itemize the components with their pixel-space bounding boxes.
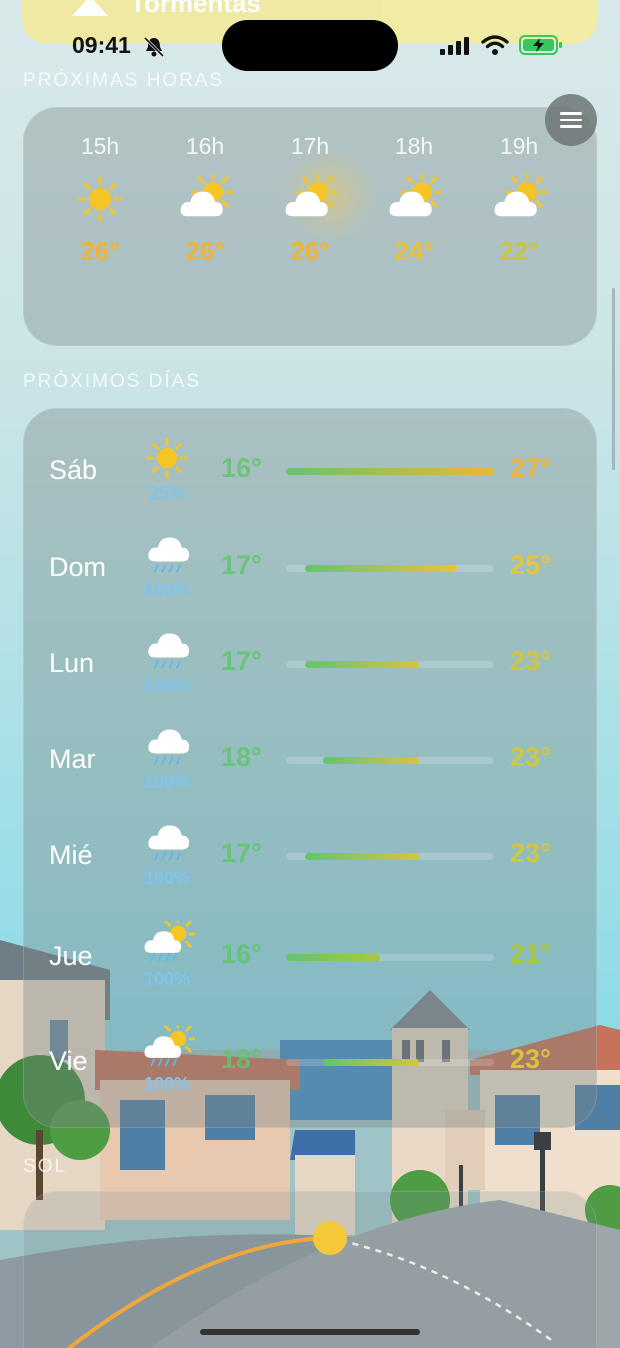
precipitation-probability: 100% (143, 868, 191, 888)
max-temperature: 27° (510, 453, 551, 483)
hour-label: 15h (80, 133, 120, 159)
sun-path-chart (65, 1221, 555, 1348)
hour-label: 16h (185, 133, 225, 159)
min-temperature: 18° (221, 742, 262, 772)
max-temperature: 23° (510, 1044, 551, 1074)
max-temperature: 23° (510, 646, 551, 676)
hour-temperature: 24° (394, 236, 434, 266)
home-indicator[interactable] (200, 1329, 420, 1335)
day-row-7[interactable]: Vie 100% 18° 23° (24, 1026, 598, 1122)
temperature-range-track (286, 468, 494, 475)
temperature-range-track (286, 1059, 494, 1066)
daily-section-title: PRÓXIMOS DÍAS (23, 371, 202, 392)
temperature-range-fill (286, 954, 380, 961)
temperature-range-fill (304, 661, 420, 668)
precipitation-probability: 100% (143, 772, 191, 792)
hour-item-18h: 18h 24° (364, 133, 464, 267)
bell-slash-icon (143, 36, 165, 58)
temperature-range-track (286, 661, 494, 668)
temperature-range-fill (304, 853, 420, 860)
sun-icon (146, 437, 188, 479)
rain-cloud-icon (148, 825, 190, 861)
max-temperature: 23° (510, 742, 551, 772)
hour-temperature: 26° (290, 236, 330, 266)
partly-cloudy-icon (389, 174, 442, 217)
day-row-2[interactable]: Dom 100% 17° 25° (24, 532, 598, 628)
min-temperature: 18° (221, 1044, 262, 1074)
hour-item-17h: 17h 26° (260, 133, 360, 267)
temperature-range-track (286, 954, 494, 961)
hour-label: 18h (394, 133, 434, 159)
precipitation-probability: 100% (143, 1074, 191, 1094)
hour-temperature: 22° (499, 236, 539, 266)
temperature-range-fill (323, 1059, 420, 1066)
max-temperature: 23° (510, 838, 551, 868)
hourly-section-title: PRÓXIMAS HORAS (23, 70, 225, 91)
temperature-range-track (286, 757, 494, 764)
day-name: Lun (49, 648, 95, 678)
hour-item-15h: 15h 26° (50, 133, 150, 267)
day-row-5[interactable]: Mié 100% 17° 23° (24, 820, 598, 916)
warning-icon (72, 0, 108, 16)
sun-rain-cloud-icon (144, 921, 195, 962)
rain-cloud-icon (148, 633, 190, 669)
temperature-range-fill (304, 565, 457, 572)
day-name: Dom (49, 552, 107, 582)
sun-icon (77, 176, 123, 222)
daily-forecast-card: Sáb 25% 16° 27° Dom 100% 17° 25° Lun 100… (23, 408, 597, 1128)
sun-section-title: SOL (23, 1156, 68, 1177)
min-temperature: 17° (221, 838, 262, 868)
min-temperature: 16° (221, 453, 262, 483)
menu-line (560, 118, 582, 122)
hour-label: 17h (290, 133, 330, 159)
day-row-3[interactable]: Lun 100% 17° 23° (24, 628, 598, 724)
hour-temperature: 26° (80, 236, 120, 266)
min-temperature: 16° (221, 939, 262, 969)
menu-line (560, 112, 582, 115)
rain-cloud-icon (148, 729, 190, 765)
day-name: Jue (49, 941, 93, 971)
min-temperature: 17° (221, 550, 262, 580)
hour-item-16h: 16h 26° (155, 133, 255, 267)
temperature-range-fill (286, 468, 494, 475)
alert-text: Tormentas (130, 0, 261, 18)
day-row-6[interactable]: Jue 100% 16° 21° (24, 921, 598, 1017)
battery-charging-icon (519, 35, 562, 55)
sun-card (23, 1191, 597, 1348)
day-name: Vie (49, 1046, 88, 1076)
scroll-indicator[interactable] (612, 288, 615, 470)
sun-rain-cloud-icon (144, 1026, 195, 1067)
partly-cloudy-icon (180, 174, 233, 217)
precipitation-probability: 100% (143, 969, 191, 989)
menu-line (560, 125, 582, 128)
day-row-4[interactable]: Mar 100% 18° 23° (24, 724, 598, 820)
temperature-range-fill (323, 757, 420, 764)
hour-item-19h: 19h 22° (469, 133, 569, 267)
partly-cloudy-icon (494, 174, 547, 217)
hour-temperature: 26° (185, 236, 225, 266)
temperature-range-track (286, 565, 494, 572)
dynamic-island (222, 20, 398, 71)
partly-cloudy-icon (285, 174, 338, 217)
day-name: Mar (49, 744, 96, 774)
precipitation-probability: 100% (143, 580, 191, 600)
rain-cloud-icon (148, 537, 190, 573)
signal-icon (440, 37, 469, 55)
temperature-range-track (286, 853, 494, 860)
day-row-1[interactable]: Sáb 25% 16° 27° (24, 435, 598, 531)
sun-position-marker (313, 1221, 347, 1255)
day-name: Sáb (49, 455, 98, 485)
precipitation-probability: 100% (143, 676, 191, 696)
menu-button[interactable] (545, 94, 597, 146)
min-temperature: 17° (221, 646, 262, 676)
max-temperature: 25° (510, 550, 551, 580)
precipitation-probability: 25% (148, 483, 186, 503)
status-time: 09:41 (72, 32, 131, 58)
day-name: Mié (49, 840, 93, 870)
wifi-icon (481, 35, 509, 55)
max-temperature: 21° (510, 939, 551, 969)
